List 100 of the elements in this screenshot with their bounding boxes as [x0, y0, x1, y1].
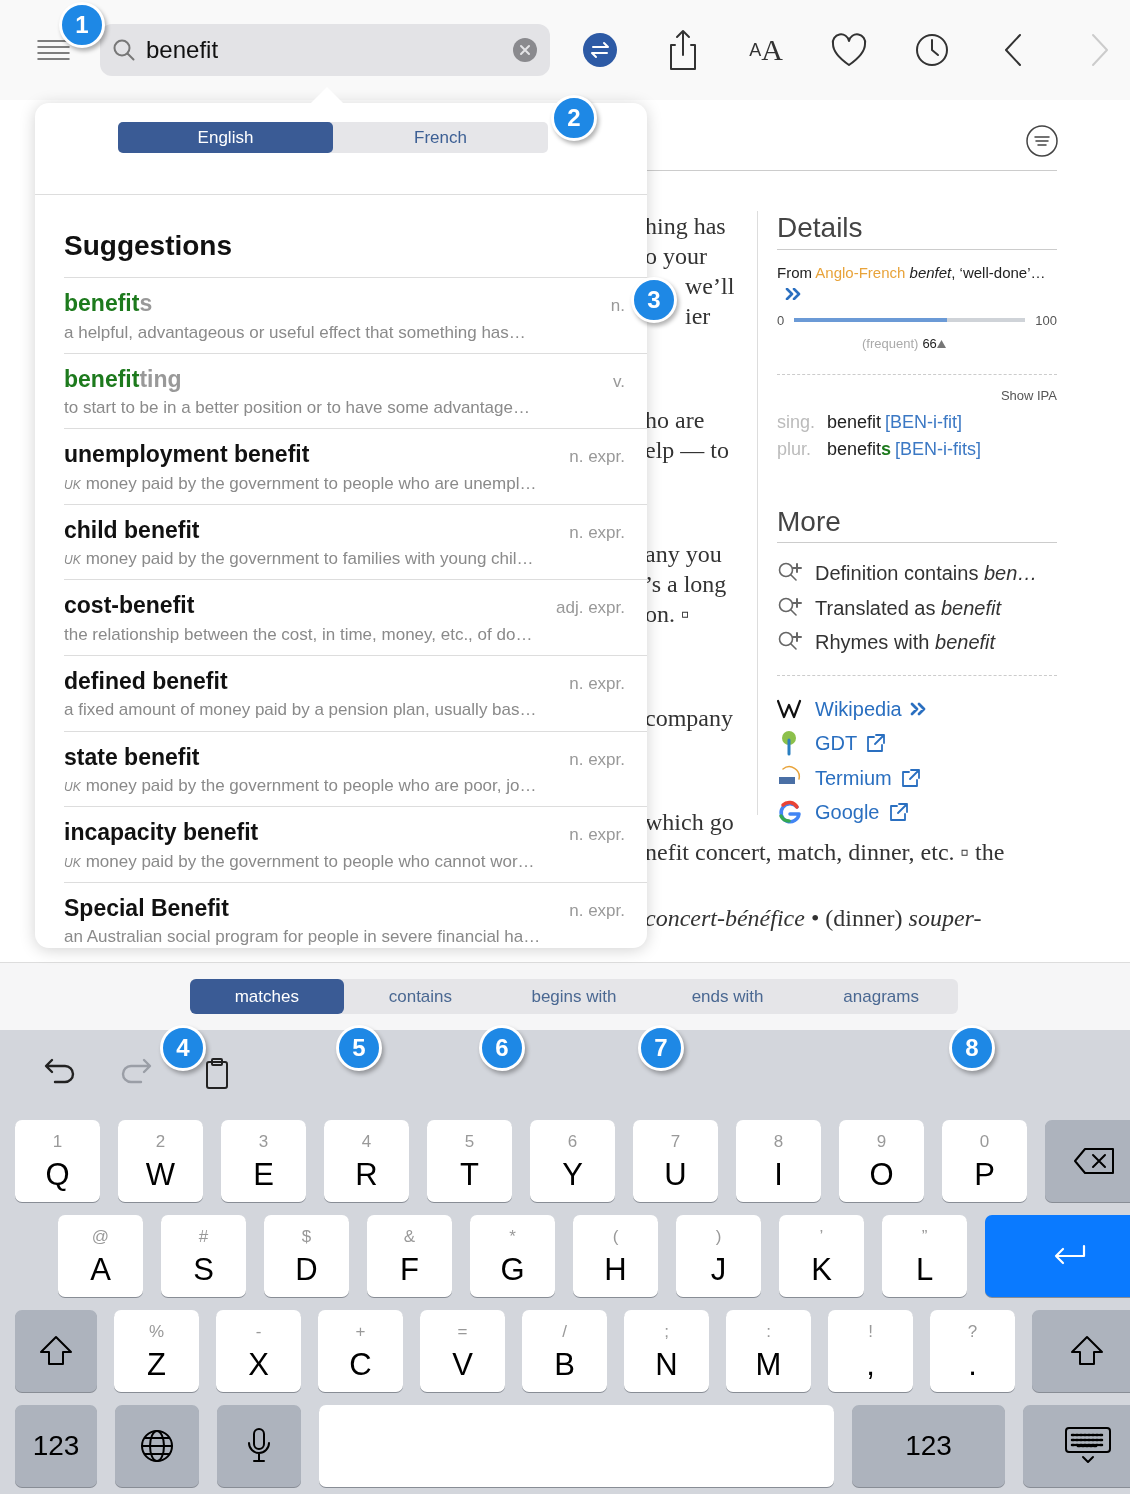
suggestion-headword[interactable]: benefits	[64, 289, 153, 317]
article-text: elp — to	[645, 436, 730, 465]
suggestion-headword[interactable]: cost-benefit	[64, 591, 195, 620]
article-text: which go	[645, 808, 735, 837]
definition-text: UK money paid by the government to people who cannot wor…	[64, 850, 536, 873]
filter-tab[interactable]: contains	[343, 979, 498, 1014]
article-text: on. ▫	[645, 600, 691, 629]
keyboard-key[interactable]: @ A	[58, 1215, 143, 1297]
part-of-speech: n. expr.	[569, 672, 625, 695]
keyboard-key[interactable]: # S	[161, 1215, 246, 1297]
external-link-icon[interactable]	[899, 767, 920, 788]
globe-icon	[139, 1428, 175, 1464]
keyboard-key[interactable]: * G	[470, 1215, 555, 1297]
part-of-speech: n. expr.	[569, 748, 625, 771]
filter-tab[interactable]: anagrams	[804, 979, 958, 1014]
keyboard-key[interactable]: - X	[216, 1310, 301, 1392]
suggestion-headword[interactable]: unemployment benefit	[64, 440, 310, 469]
delete-key[interactable]	[1045, 1120, 1130, 1202]
reference-link[interactable]: Google	[815, 795, 880, 830]
reference-link[interactable]: GDT	[815, 726, 858, 761]
shift-key[interactable]	[15, 1310, 97, 1392]
keyboard-key[interactable]: % Z	[114, 1310, 199, 1392]
clear-icon[interactable]	[512, 37, 538, 63]
keyboard-key[interactable]: ; N	[624, 1310, 709, 1392]
part-of-speech: n. expr.	[569, 824, 625, 847]
search-icon	[112, 38, 136, 62]
part-of-speech: n.	[610, 295, 625, 317]
keyboard-key[interactable]: 4 R	[324, 1120, 409, 1202]
double-chevron-icon[interactable]	[909, 701, 926, 716]
article-text: concert-bénéfice • (dinner) souper-	[645, 904, 983, 933]
keyboard-key[interactable]: ? .	[930, 1310, 1015, 1392]
language-tab[interactable]: English	[118, 122, 333, 153]
search-field[interactable]: benefit	[136, 32, 476, 68]
numbers-key[interactable]: 123	[15, 1405, 97, 1487]
search-link[interactable]: Rhymes with benefit	[815, 625, 996, 660]
numbers-key[interactable]: 123	[852, 1405, 1005, 1487]
menu-icon[interactable]	[37, 39, 70, 61]
suggestion-headword[interactable]: incapacity benefit	[64, 818, 259, 847]
keyboard-key[interactable]: 7 U	[633, 1120, 718, 1202]
keyboard-key[interactable]: 6 Y	[530, 1120, 615, 1202]
pronunciation[interactable]: [BEN-i-fits]	[895, 438, 982, 459]
filter-tab[interactable]: ends with	[650, 979, 805, 1014]
shift-key[interactable]	[1032, 1310, 1130, 1392]
suggestion-headword[interactable]: benefitting	[64, 364, 182, 393]
keyboard-key[interactable]: ! ,	[828, 1310, 913, 1392]
mic-key[interactable]	[217, 1405, 301, 1487]
suggestion-headword[interactable]: defined benefit	[64, 666, 228, 695]
keyboard-key[interactable]: 5 T	[427, 1120, 512, 1202]
article-text: we’ll	[685, 272, 736, 301]
language-tab[interactable]: French	[333, 122, 548, 153]
suggestion-headword[interactable]: child benefit	[64, 515, 200, 544]
keyboard-key[interactable]: / B	[522, 1310, 607, 1392]
delete-icon	[1073, 1146, 1117, 1176]
article-text: nefit concert, match, dinner, etc. ▫ the	[645, 838, 1006, 867]
keyboard-key[interactable]: 9 O	[839, 1120, 924, 1202]
reference-link[interactable]: Termium	[815, 760, 892, 796]
globe-key[interactable]	[115, 1405, 199, 1487]
frequency-value: 66	[922, 335, 937, 354]
filter-icon[interactable]	[1025, 124, 1059, 158]
external-link-icon[interactable]	[887, 802, 908, 823]
search-bar[interactable]: benefit	[100, 24, 550, 76]
article-text: company	[645, 704, 734, 733]
definition-text: UK money paid by the government to people who are unempl…	[64, 472, 538, 495]
keyboard-key[interactable]: 2 W	[118, 1120, 203, 1202]
pronunciation[interactable]: [BEN-i-fit]	[885, 411, 963, 432]
double-chevron-icon[interactable]	[785, 287, 801, 300]
keyboard-key[interactable]: $ D	[264, 1215, 349, 1297]
part-of-speech: n. expr.	[569, 521, 625, 544]
search-link[interactable]: Translated as benefit	[815, 590, 1002, 626]
external-link-icon[interactable]	[865, 733, 886, 754]
show-ipa-link[interactable]: Show IPA	[1000, 387, 1057, 403]
keyboard-key[interactable]: ) J	[676, 1215, 761, 1297]
keyboard-key[interactable]: 3 E	[221, 1120, 306, 1202]
shift-icon	[38, 1334, 74, 1368]
suggestion-headword[interactable]: state benefit	[64, 742, 200, 771]
keyboard-key[interactable]: ( H	[573, 1215, 658, 1297]
word-form: benefit	[827, 411, 882, 432]
definition-text: the relationship between the cost, in time, money, etc., of do…	[64, 623, 534, 646]
section-heading: More	[777, 504, 1057, 544]
filter-tab[interactable]: matches	[190, 979, 344, 1014]
part-of-speech: adj. expr.	[556, 597, 625, 620]
keyboard-key[interactable]: 0 P	[942, 1120, 1027, 1202]
filter-tab[interactable]: begins with	[497, 979, 651, 1014]
keyboard-key[interactable]: ’ K	[779, 1215, 864, 1297]
keyboard-key[interactable]: & F	[367, 1215, 452, 1297]
suggestion-headword[interactable]: Special Benefit	[64, 893, 229, 922]
keyboard-key[interactable]: 8 I	[736, 1120, 821, 1202]
keyboard-key[interactable]: : M	[726, 1310, 811, 1392]
section-heading: Details	[777, 211, 1057, 250]
reference-link[interactable]: Wikipedia	[815, 691, 902, 727]
hide-key[interactable]	[1023, 1405, 1130, 1487]
definition-text: UK money paid by the government to families with young chil…	[64, 548, 535, 571]
scale-max: 100	[1035, 311, 1057, 330]
article-text: hing has	[645, 212, 727, 241]
keyboard-key[interactable]: + C	[318, 1310, 403, 1392]
keyboard-key[interactable]: 1 Q	[15, 1120, 100, 1202]
keyboard-key[interactable]: ” L	[882, 1215, 967, 1297]
search-link[interactable]: Definition contains ben…	[815, 556, 1038, 591]
text-size-button[interactable]: AA	[741, 25, 791, 75]
keyboard-key[interactable]: = V	[420, 1310, 505, 1392]
